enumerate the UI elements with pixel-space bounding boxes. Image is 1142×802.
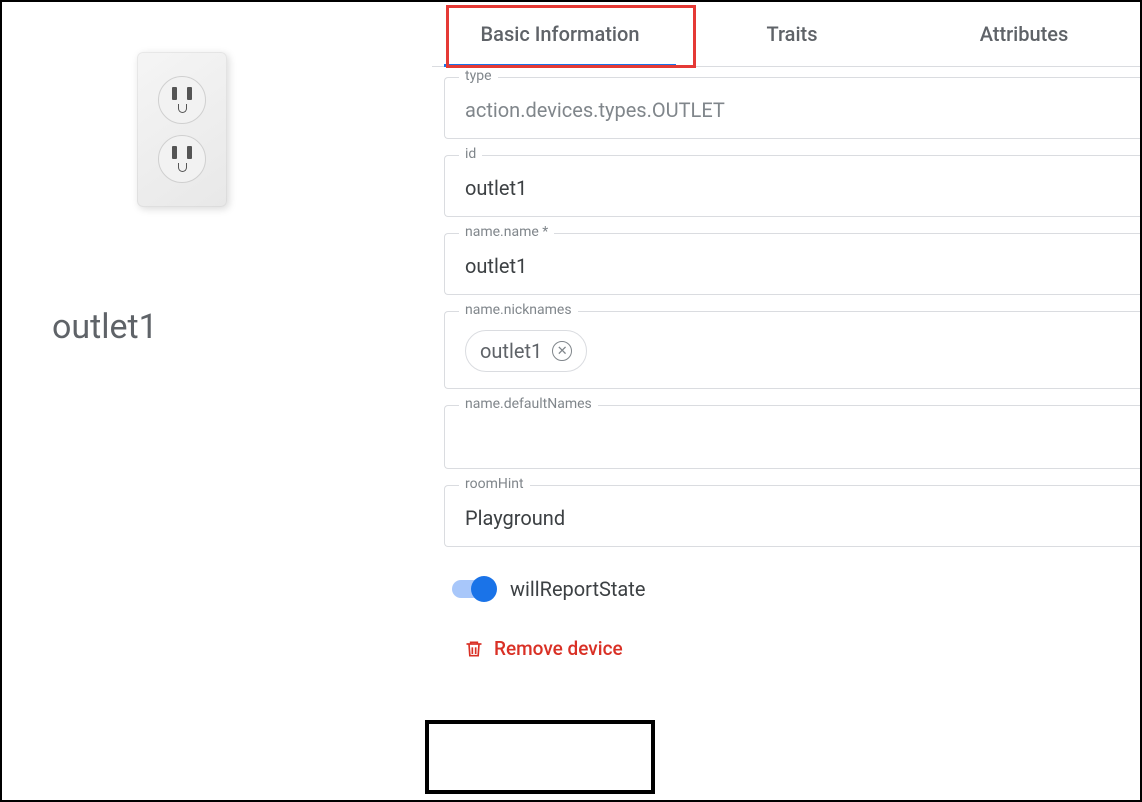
- field-roomhint-label: roomHint: [459, 476, 530, 492]
- willreportstate-label: willReportState: [510, 577, 645, 601]
- outlet-socket-top: [158, 76, 206, 124]
- field-name-defaultnames[interactable]: name.defaultNames: [444, 405, 1140, 469]
- field-id-value: outlet1: [465, 176, 1120, 200]
- field-name-nicknames-label: name.nicknames: [459, 302, 578, 318]
- field-type[interactable]: type action.devices.types.OUTLET: [444, 77, 1140, 139]
- field-roomhint-value: Playground: [465, 506, 1120, 530]
- device-title: outlet1: [52, 307, 158, 347]
- field-roomhint[interactable]: roomHint Playground: [444, 485, 1140, 547]
- nickname-chip-label: outlet1: [480, 339, 542, 363]
- field-type-label: type: [459, 68, 498, 84]
- willreportstate-toggle[interactable]: [452, 580, 494, 598]
- tabs: Basic Information Traits Attributes: [432, 2, 1140, 67]
- field-name-name-label: name.name *: [459, 224, 554, 240]
- field-id-label: id: [459, 146, 482, 162]
- outlet-socket-bottom: [158, 135, 206, 183]
- field-id[interactable]: id outlet1: [444, 155, 1140, 217]
- field-name-defaultnames-label: name.defaultNames: [459, 396, 598, 412]
- field-name-name[interactable]: name.name * outlet1: [444, 233, 1140, 295]
- field-name-defaultnames-value: [465, 426, 1120, 452]
- field-type-value: action.devices.types.OUTLET: [465, 98, 1120, 122]
- remove-device-button[interactable]: Remove device: [452, 627, 635, 670]
- device-image: [137, 52, 227, 207]
- tab-traits[interactable]: Traits: [676, 2, 908, 66]
- tab-attributes[interactable]: Attributes: [908, 2, 1140, 66]
- field-name-nicknames[interactable]: name.nicknames outlet1 ✕: [444, 311, 1140, 389]
- tab-basic-information[interactable]: Basic Information: [444, 2, 676, 66]
- trash-icon: [464, 638, 484, 660]
- close-icon[interactable]: ✕: [552, 341, 572, 361]
- remove-device-label: Remove device: [494, 637, 623, 660]
- nickname-chip[interactable]: outlet1 ✕: [465, 330, 587, 372]
- field-name-name-value: outlet1: [465, 254, 1120, 278]
